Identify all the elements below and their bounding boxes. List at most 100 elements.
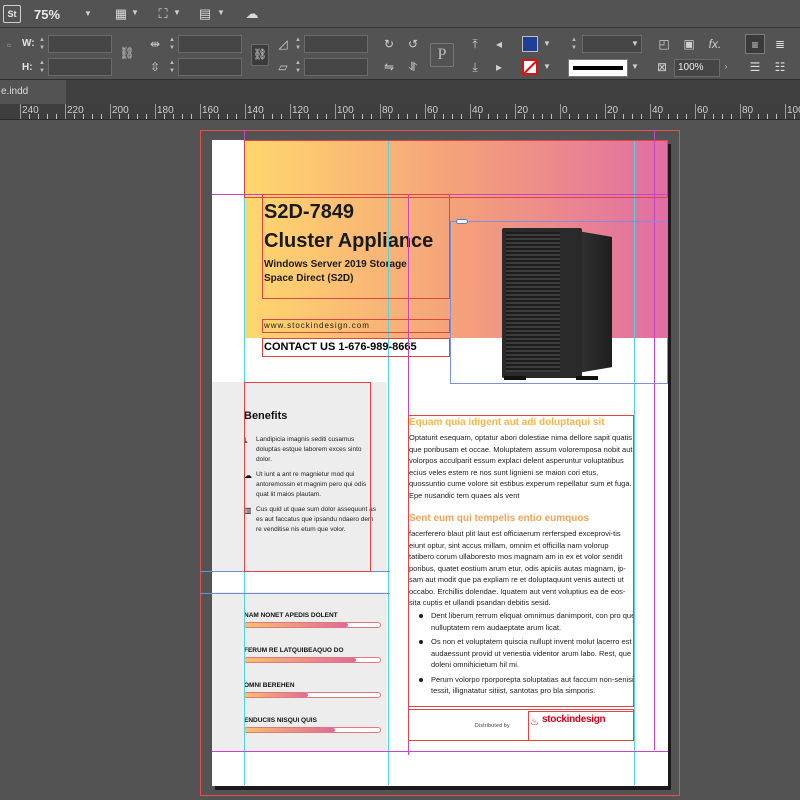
reference-point-icon[interactable]: ▫ xyxy=(0,36,18,54)
ruler-minor-tick xyxy=(704,114,705,119)
publish-online-icon[interactable]: ☁ xyxy=(243,5,261,23)
stroke-type-selector[interactable] xyxy=(568,59,628,77)
stroke-weight-stepper[interactable]: ▲ ▼ xyxy=(570,36,578,52)
server-foot-left xyxy=(504,376,526,380)
stroke-swatch[interactable] xyxy=(522,59,538,75)
horizontal-ruler[interactable]: 240 220 200 180 160 140 120 100 80 60 40 20 0 20 40 60 8… xyxy=(0,104,800,120)
opacity-caret-icon[interactable]: › xyxy=(720,58,732,76)
document-page[interactable]: S2D-7849 Cluster Appliance Windows Serve… xyxy=(212,140,668,786)
website-text[interactable]: www.stockindesign.com xyxy=(264,321,370,330)
select-next-icon[interactable]: ▸ xyxy=(490,58,508,76)
ruler-label: 80 xyxy=(742,105,754,116)
document-tab-bar: e.indd xyxy=(0,80,800,104)
width-field[interactable] xyxy=(48,35,112,53)
flip-horizontal-icon[interactable]: ⇋ xyxy=(380,58,398,76)
ruler-major-tick xyxy=(65,104,66,119)
content-grabber-icon[interactable] xyxy=(456,219,468,224)
scale-x-stepper[interactable]: ▲ ▼ xyxy=(168,36,176,52)
height-field[interactable] xyxy=(48,58,112,76)
section-heading-2[interactable]: Sent eum qui tempelis entio eumquos xyxy=(409,513,589,524)
scale-y-field[interactable] xyxy=(178,58,242,76)
ruler-minor-tick xyxy=(317,114,318,119)
rotation-angle-icon[interactable]: ◿ xyxy=(274,35,292,53)
scale-y-stepper[interactable]: ▲ ▼ xyxy=(168,59,176,75)
height-stepper[interactable]: ▲ ▼ xyxy=(38,59,46,75)
skill-label[interactable]: FERUM RE LATQUIBEAQUO DO xyxy=(244,647,344,654)
constrain-proportions-icon[interactable]: ⛓ xyxy=(118,44,136,62)
view-options-icon[interactable]: ▦ xyxy=(112,5,130,23)
scale-x-icon[interactable]: ⇹ xyxy=(146,35,164,53)
ruler-minor-tick xyxy=(731,114,732,119)
benefit-item[interactable]: Landipicia imagnis sediti cusamus dolupt… xyxy=(256,435,378,465)
screen-mode-caret-icon[interactable]: ▼ xyxy=(173,8,181,18)
ruler-label: 40 xyxy=(472,105,484,116)
rotation-stepper[interactable]: ▲ ▼ xyxy=(294,36,302,52)
ruler-label: 20 xyxy=(607,105,619,116)
skill-label[interactable]: ENDUCIIS NISQUI QUIS xyxy=(244,717,317,724)
ruler-minor-tick xyxy=(578,114,579,119)
skill-bar[interactable] xyxy=(244,657,381,663)
stockindesign-logo[interactable]: stockindesign xyxy=(542,714,606,725)
skill-bar[interactable] xyxy=(244,622,381,628)
align-right-icon[interactable]: ☷ xyxy=(770,57,790,77)
flip-vertical-icon[interactable]: ⥯ xyxy=(404,58,422,76)
zoom-level[interactable]: 75% xyxy=(34,7,60,22)
height-label: H: xyxy=(22,62,33,73)
stroke-caret-icon[interactable]: ▼ xyxy=(541,58,553,76)
product-subtitle[interactable]: Windows Server 2019 Storage Space Direct… xyxy=(264,258,454,286)
rotate-clockwise-icon[interactable]: ↻ xyxy=(380,35,398,53)
ruler-minor-tick xyxy=(524,114,525,119)
skill-bar[interactable] xyxy=(244,727,381,733)
shear-field[interactable] xyxy=(304,58,368,76)
select-container-icon[interactable]: ⤒ xyxy=(466,35,484,53)
align-justify-icon[interactable]: ☰ xyxy=(745,57,765,77)
corner-options-icon[interactable]: ◰ xyxy=(655,35,673,53)
arrange-caret-icon[interactable]: ▼ xyxy=(217,8,225,18)
rotate-counterclockwise-icon[interactable]: ↺ xyxy=(404,35,422,53)
arrange-documents-icon[interactable]: ▤ xyxy=(196,5,214,23)
align-center-icon[interactable]: ≣ xyxy=(770,34,790,54)
bullet-text: Os non et voluptatem quiscia nullupt inv… xyxy=(431,637,632,669)
benefits-heading[interactable]: Benefits xyxy=(244,410,287,422)
server-image[interactable] xyxy=(498,222,616,382)
effects-icon[interactable]: fx. xyxy=(706,35,724,53)
bullet-list[interactable]: Dent liberum rerrum eliquat omnimus dani… xyxy=(419,610,636,700)
body-paragraph-1[interactable]: Optaturit esequam, optatur abori dolesti… xyxy=(409,432,635,501)
fill-swatch[interactable] xyxy=(522,36,538,52)
shear-angle-icon[interactable]: ▱ xyxy=(274,58,292,76)
opacity-field[interactable]: 100% xyxy=(674,59,720,77)
benefit-item[interactable]: Ut iunt a ant re magnietur mod qui antor… xyxy=(256,470,378,500)
shear-stepper[interactable]: ▲ ▼ xyxy=(294,59,302,75)
benefit-item[interactable]: Cus quid ut quae sum dolor assequunt as … xyxy=(256,505,378,535)
align-left-icon[interactable]: ≡ xyxy=(745,34,765,54)
zoom-dropdown-icon[interactable]: ▼ xyxy=(84,9,94,18)
skill-label[interactable]: OMNI BEREHEN xyxy=(244,682,295,689)
scale-y-icon[interactable]: ⇳ xyxy=(146,58,164,76)
rotation-field[interactable] xyxy=(304,35,368,53)
width-stepper[interactable]: ▲ ▼ xyxy=(38,36,46,52)
ruler-minor-tick xyxy=(371,114,372,119)
body-paragraph-2[interactable]: facerferero blaut plit laut est officiae… xyxy=(409,528,635,609)
document-tab[interactable]: e.indd xyxy=(0,80,66,104)
contact-text[interactable]: CONTACT US 1-676-989-8665 xyxy=(264,341,417,353)
opacity-icon[interactable]: ⊠ xyxy=(653,58,671,76)
view-options-caret-icon[interactable]: ▼ xyxy=(131,8,139,18)
stroke-weight-caret-icon[interactable]: ▼ xyxy=(629,35,641,53)
distributed-by-label[interactable]: Distributed by xyxy=(475,723,510,729)
stroke-type-caret-icon[interactable]: ▼ xyxy=(629,58,641,76)
skill-label[interactable]: NAM NONET APEDIS DOLENT xyxy=(244,612,338,619)
screen-mode-icon[interactable]: ⛶ xyxy=(154,5,172,23)
scale-x-field[interactable] xyxy=(178,35,242,53)
ruler-major-tick xyxy=(110,104,111,119)
select-content-icon[interactable]: ⤓ xyxy=(466,58,484,76)
product-title[interactable]: S2D-7849 Cluster Appliance xyxy=(264,198,454,256)
constrain-scale-button[interactable]: ⛓ xyxy=(251,44,269,66)
skill-bar[interactable] xyxy=(244,692,381,698)
section-heading-1[interactable]: Equam quia idigent aut adi doluptaqui si… xyxy=(409,417,605,428)
fill-caret-icon[interactable]: ▼ xyxy=(541,35,553,53)
paragraph-button[interactable]: P xyxy=(430,43,454,67)
select-previous-icon[interactable]: ◂ xyxy=(490,35,508,53)
ruler-minor-tick xyxy=(218,114,219,119)
ruler-minor-tick xyxy=(92,114,93,119)
drop-shadow-icon[interactable]: ▣ xyxy=(680,35,698,53)
